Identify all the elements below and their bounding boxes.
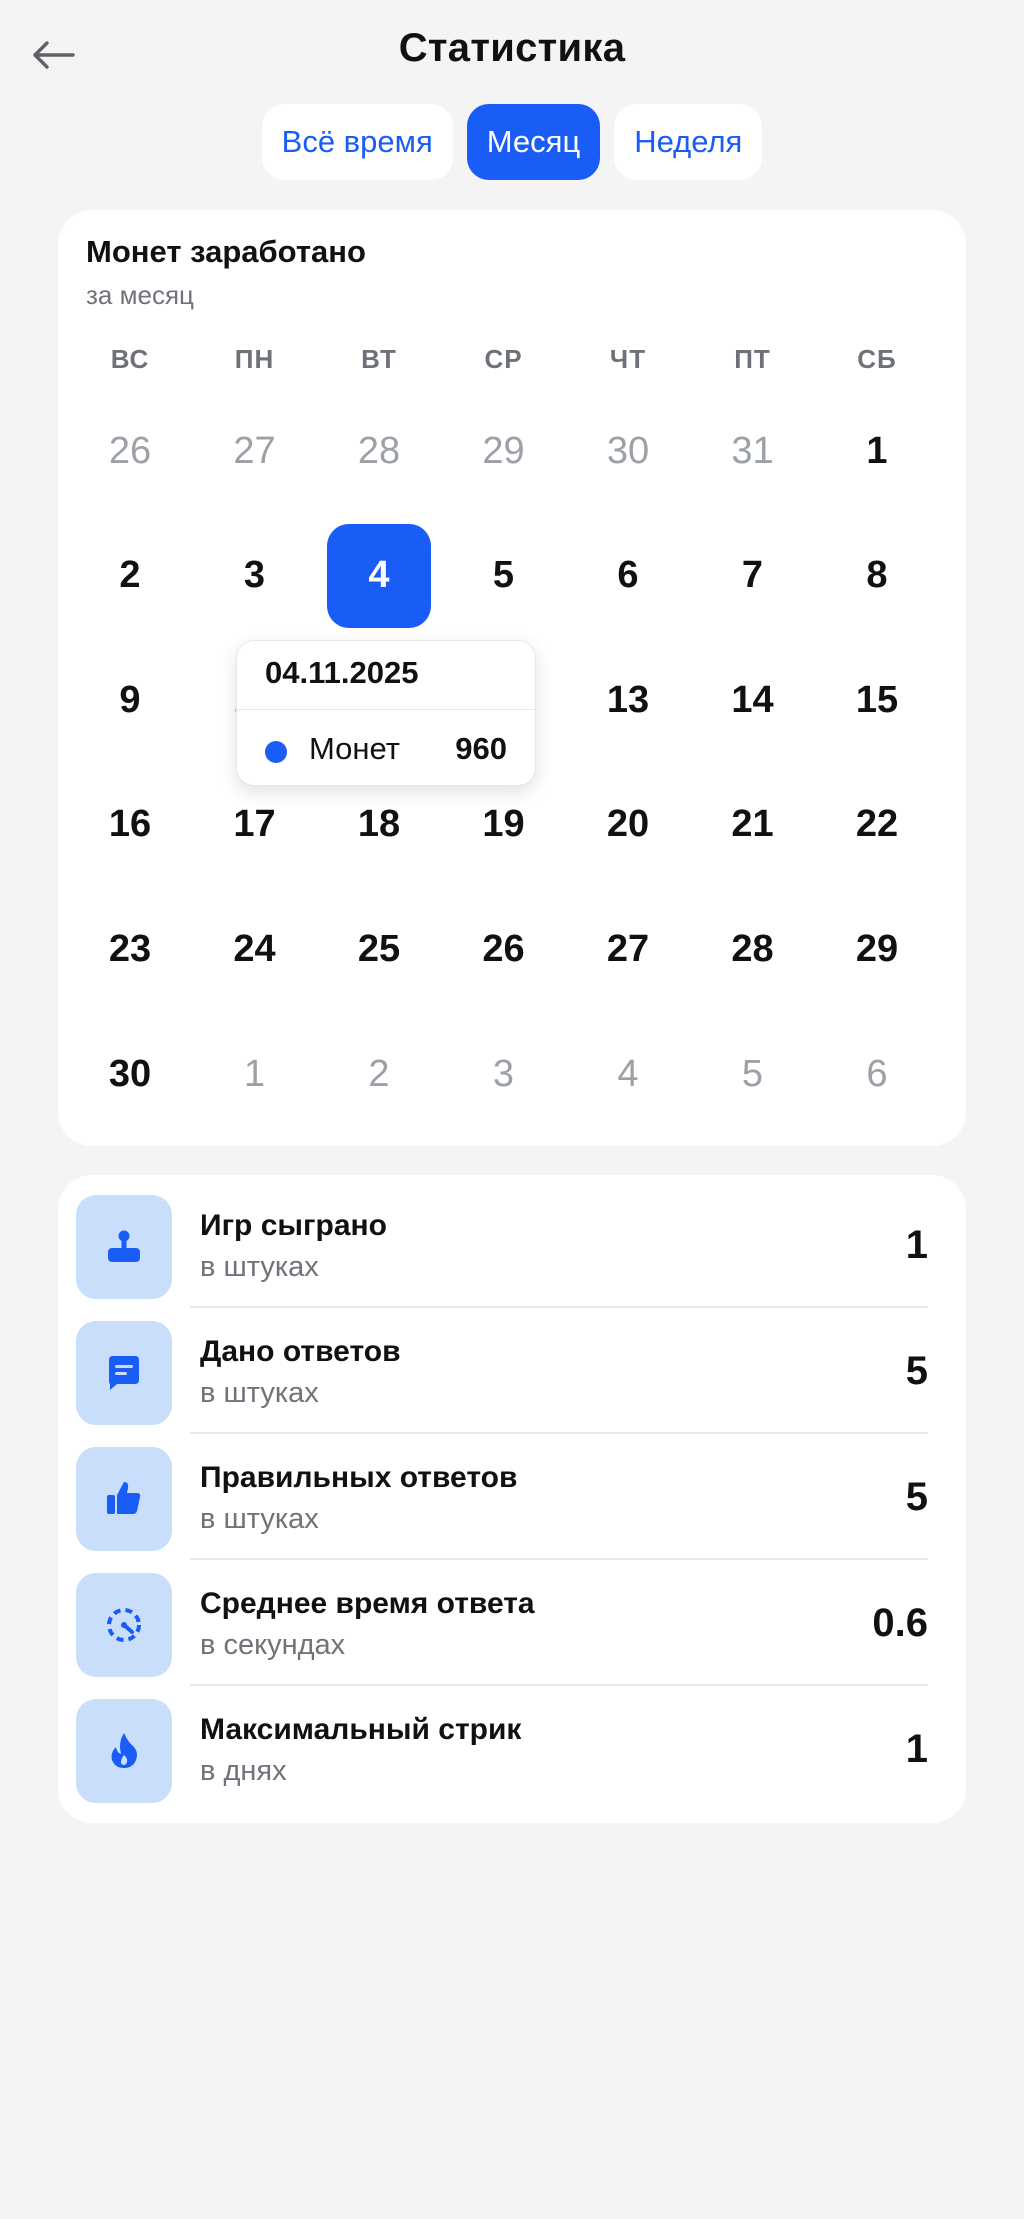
calendar-day[interactable]: 8 bbox=[825, 524, 929, 628]
page-title: Статистика bbox=[398, 26, 626, 70]
calendar-day[interactable]: 28 bbox=[701, 897, 805, 1001]
calendar-day[interactable]: 15 bbox=[825, 648, 929, 752]
calendar-title: Монет заработано bbox=[86, 234, 366, 269]
weekday-label: ВТ bbox=[361, 344, 397, 374]
tooltip-value: 960 bbox=[455, 731, 507, 766]
stat-subtitle: в штуках bbox=[200, 1503, 319, 1535]
calendar-day[interactable]: 4 bbox=[576, 1022, 680, 1126]
weekday-label: СБ bbox=[857, 344, 897, 374]
calendar-day[interactable]: 21 bbox=[701, 773, 805, 877]
thumbs-up-icon bbox=[76, 1447, 172, 1551]
calendar-subtitle: за месяц bbox=[86, 280, 194, 310]
calendar-day[interactable]: 19 bbox=[452, 773, 556, 877]
divider bbox=[190, 1558, 928, 1560]
stat-row-streak: Максимальный стрик в днях 1 bbox=[58, 1699, 966, 1811]
calendar-day[interactable]: 30 bbox=[576, 399, 680, 503]
calendar-day[interactable]: 22 bbox=[825, 773, 929, 877]
calendar-day[interactable]: 6 bbox=[576, 524, 680, 628]
message-icon bbox=[76, 1321, 172, 1425]
calendar-day[interactable]: 30 bbox=[78, 1022, 182, 1126]
calendar-day-selected[interactable]: 4 bbox=[327, 523, 431, 628]
calendar-day[interactable]: 5 bbox=[701, 1022, 805, 1126]
tab-week[interactable]: Неделя bbox=[614, 104, 763, 180]
calendar-day[interactable]: 6 bbox=[825, 1022, 929, 1126]
calendar-day[interactable]: 27 bbox=[203, 399, 307, 503]
calendar-day[interactable]: 29 bbox=[452, 399, 556, 503]
calendar-day[interactable]: 7 bbox=[701, 524, 805, 628]
calendar-day[interactable]: 17 bbox=[203, 773, 307, 877]
tooltip-divider bbox=[237, 709, 535, 710]
calendar-day[interactable]: 9 bbox=[78, 648, 182, 752]
stat-value: 5 bbox=[905, 1349, 928, 1393]
divider bbox=[190, 1306, 928, 1308]
calendar-day[interactable]: 29 bbox=[825, 897, 929, 1001]
stat-title: Максимальный стрик bbox=[200, 1713, 522, 1746]
stat-row-answers: Дано ответов в штуках 5 bbox=[58, 1321, 966, 1434]
coins-calendar-card: Монет заработано за месяц ВС ПН ВТ СР ЧТ ПТ СБ… bbox=[58, 210, 966, 1146]
stat-value: 1 bbox=[905, 1727, 928, 1771]
stats-card: Игр сыграно в штуках 1 Дано ответов в шт… bbox=[58, 1175, 966, 1823]
stat-subtitle: в штуках bbox=[200, 1251, 319, 1283]
stat-row-avg-time: Среднее время ответа в секундах 0.6 bbox=[58, 1573, 966, 1686]
calendar-day[interactable]: 25 bbox=[327, 897, 431, 1001]
stat-subtitle: в секундах bbox=[200, 1629, 346, 1661]
calendar-day[interactable]: 2 bbox=[78, 524, 182, 628]
stat-title: Правильных ответов bbox=[200, 1461, 518, 1494]
stat-value: 5 bbox=[905, 1475, 928, 1519]
header: Статистика bbox=[0, 0, 1024, 104]
tooltip-date: 04.11.2025 bbox=[265, 655, 419, 690]
day-tooltip: 04.11.2025 Монет 960 bbox=[236, 640, 536, 786]
divider bbox=[190, 1684, 928, 1686]
tab-month[interactable]: Месяц bbox=[466, 104, 601, 180]
calendar-day[interactable]: 26 bbox=[452, 897, 556, 1001]
calendar-day[interactable]: 27 bbox=[576, 897, 680, 1001]
stat-title: Среднее время ответа bbox=[200, 1587, 535, 1620]
stat-subtitle: в днях bbox=[200, 1755, 287, 1787]
weekday-label: ВС bbox=[110, 344, 150, 374]
calendar-day[interactable]: 31 bbox=[701, 399, 805, 503]
calendar-day[interactable]: 23 bbox=[78, 897, 182, 1001]
legend-dot-icon bbox=[265, 741, 287, 763]
stat-value: 1 bbox=[905, 1223, 928, 1267]
flame-icon bbox=[76, 1699, 172, 1803]
stat-row-correct: Правильных ответов в штуках 5 bbox=[58, 1447, 966, 1560]
calendar-day[interactable]: 2 bbox=[327, 1022, 431, 1126]
stat-value: 0.6 bbox=[872, 1601, 928, 1645]
calendar-day[interactable]: 24 bbox=[203, 897, 307, 1001]
period-tabs: Всё время Месяц Неделя bbox=[0, 104, 1024, 180]
weekday-label: ПТ bbox=[734, 344, 771, 374]
calendar-day[interactable]: 18 bbox=[327, 773, 431, 877]
calendar-day[interactable]: 5 bbox=[452, 524, 556, 628]
stat-subtitle: в штуках bbox=[200, 1377, 319, 1409]
divider bbox=[190, 1432, 928, 1434]
calendar-day[interactable]: 14 bbox=[701, 648, 805, 752]
tooltip-label: Монет bbox=[309, 731, 400, 766]
calendar-day[interactable]: 13 bbox=[576, 648, 680, 752]
joystick-icon bbox=[76, 1195, 172, 1299]
calendar-day[interactable]: 1 bbox=[825, 399, 929, 503]
calendar-day[interactable]: 3 bbox=[452, 1022, 556, 1126]
weekday-label: ЧТ bbox=[609, 344, 647, 374]
timer-icon bbox=[76, 1573, 172, 1677]
stat-title: Дано ответов bbox=[200, 1335, 401, 1368]
stat-title: Игр сыграно bbox=[200, 1209, 387, 1242]
weekday-label: СР bbox=[484, 344, 523, 374]
calendar-day[interactable]: 1 bbox=[203, 1022, 307, 1126]
stat-row-games: Игр сыграно в штуках 1 bbox=[58, 1195, 966, 1308]
calendar-day[interactable]: 28 bbox=[327, 399, 431, 503]
calendar-day[interactable]: 16 bbox=[78, 773, 182, 877]
tab-all-time[interactable]: Всё время bbox=[261, 104, 453, 180]
weekday-label: ПН bbox=[234, 344, 275, 374]
calendar-day[interactable]: 20 bbox=[576, 773, 680, 877]
calendar-day[interactable]: 3 bbox=[203, 524, 307, 628]
calendar-day[interactable]: 26 bbox=[78, 399, 182, 503]
